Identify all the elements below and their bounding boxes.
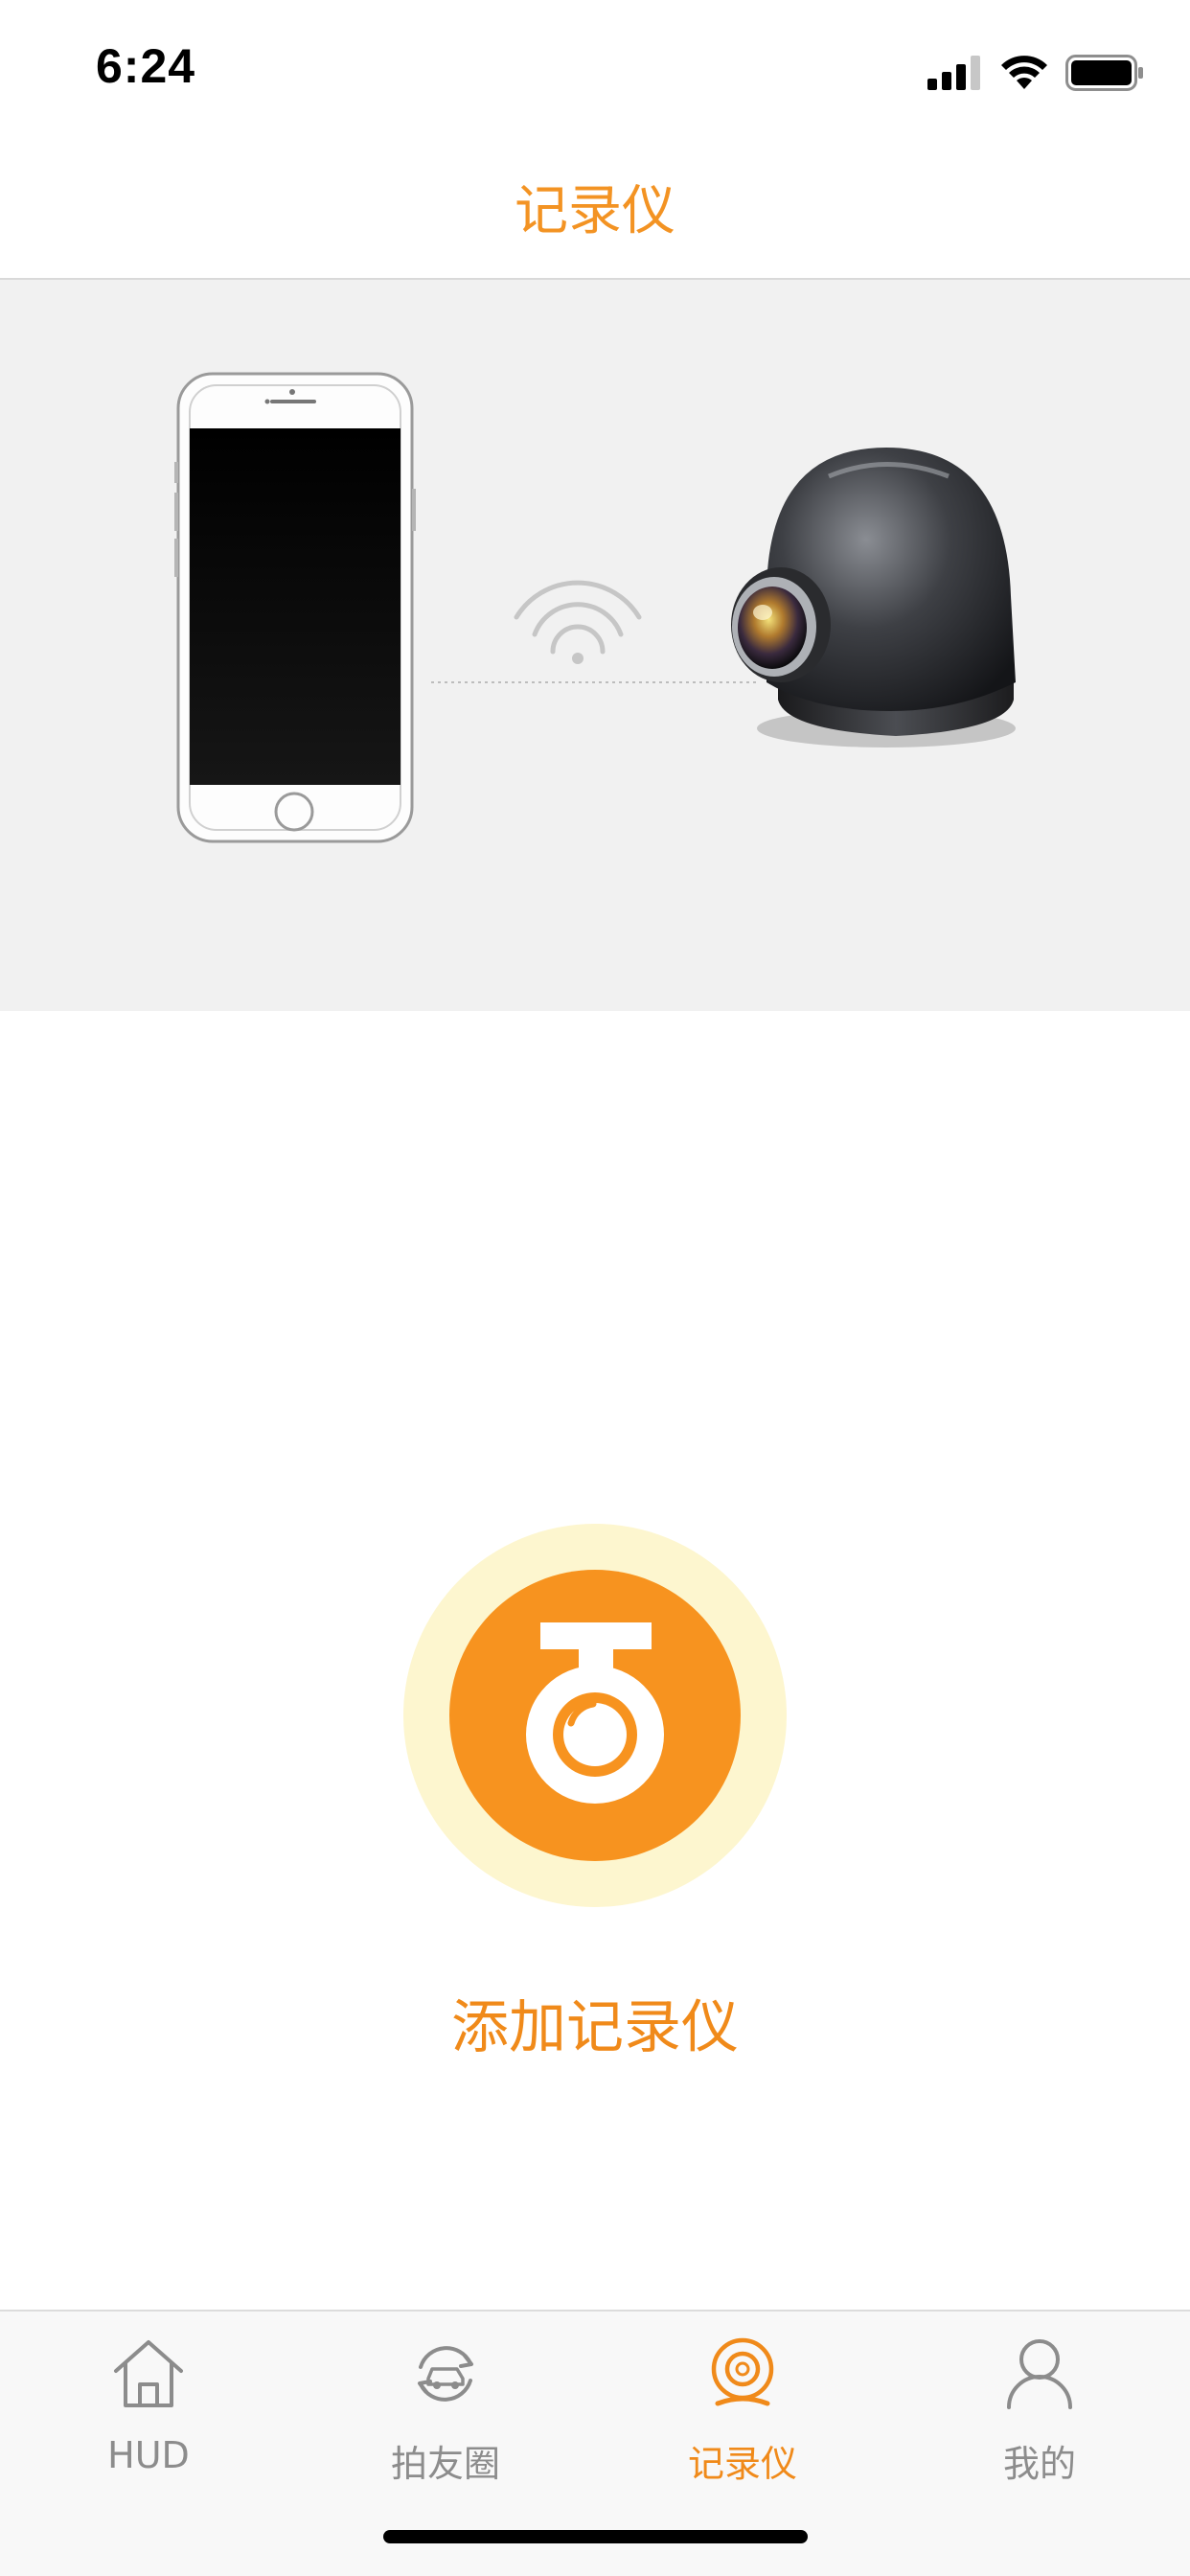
tab-label: 拍友圈 [390, 2443, 500, 2485]
phone-illustration [174, 372, 416, 843]
wifi-signal-icon [514, 580, 642, 664]
status-bar: 6:24 [0, 0, 1190, 134]
tab-me[interactable]: 我的 [891, 2334, 1188, 2497]
tab-moments[interactable]: 拍友圈 [297, 2334, 594, 2497]
status-icons [927, 50, 1144, 96]
nav-header: 记录仪 [0, 134, 1190, 280]
home-icon [114, 2340, 183, 2407]
tab-label: 我的 [1002, 2443, 1076, 2485]
connection-illustration [0, 280, 1190, 1011]
add-recorder-button[interactable] [403, 1524, 787, 1907]
dashcam-icon [711, 2337, 774, 2406]
user-icon [1007, 2339, 1072, 2409]
screen: 6:24 记录仪 添加记录仪 HUD 拍友圈 记录仪 我的 [0, 0, 1190, 2576]
wifi-icon [1001, 56, 1047, 89]
home-indicator[interactable] [383, 2530, 808, 2543]
add-recorder-button-core[interactable] [449, 1570, 741, 1861]
page-title: 记录仪 [515, 179, 675, 242]
tab-recorder[interactable]: 记录仪 [594, 2334, 891, 2497]
dashcam-icon [526, 1622, 664, 1804]
tab-label: 记录仪 [687, 2443, 797, 2485]
tab-label: HUD [107, 2434, 190, 2476]
car-share-icon [418, 2346, 473, 2402]
status-time: 6:24 [96, 39, 196, 93]
signal-icon [927, 56, 980, 90]
battery-icon [1065, 55, 1143, 91]
tab-hud[interactable]: HUD [0, 2334, 297, 2497]
dashcam-illustration [731, 448, 1016, 748]
add-recorder-area: 添加记录仪 [0, 1011, 1190, 2310]
add-recorder-label[interactable]: 添加记录仪 [0, 1981, 1190, 2064]
illustration-svg [174, 372, 1016, 843]
